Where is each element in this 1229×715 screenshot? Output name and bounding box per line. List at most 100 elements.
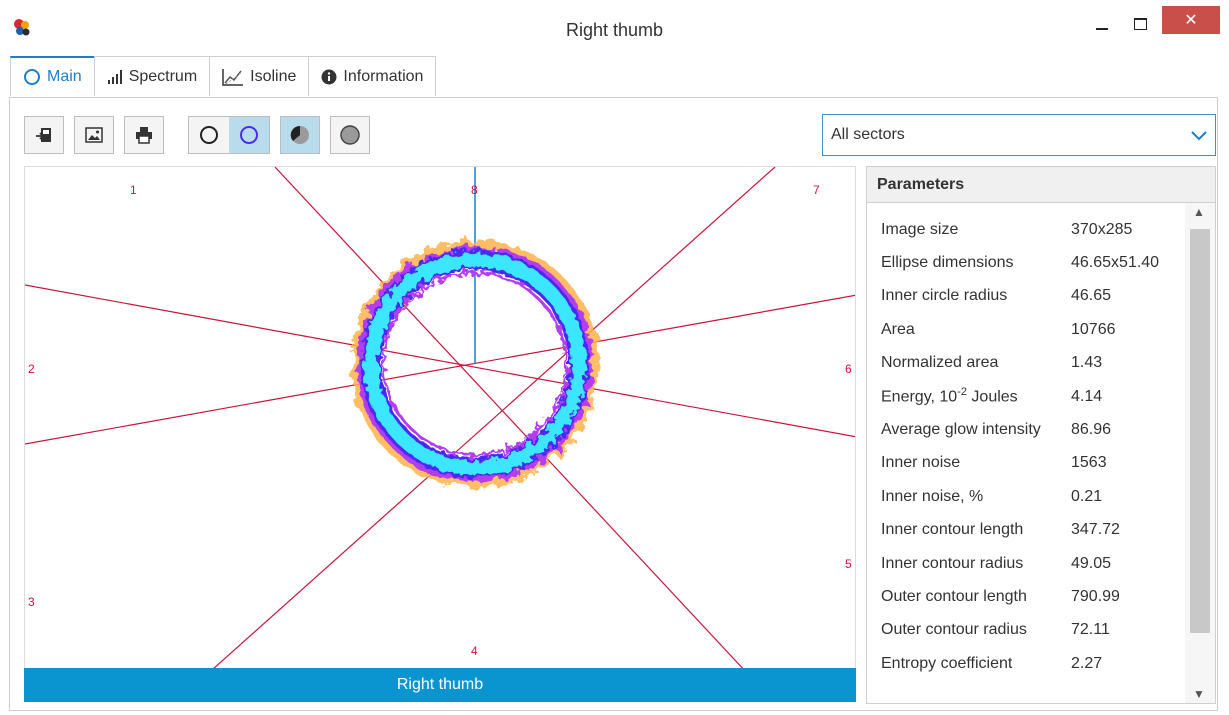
parameter-value: 49.05 [1071, 554, 1112, 572]
image-caption: Right thumb [24, 668, 856, 702]
parameter-label-text: Energy, 10 [881, 388, 958, 406]
parameter-label-text: Entropy coefficient [881, 654, 1013, 672]
parameter-label: Area [867, 321, 1071, 339]
sector-line [274, 167, 774, 701]
print-icon [136, 127, 152, 144]
circle-blue-outline-icon [240, 126, 258, 144]
tab-label: Isoline [250, 67, 297, 85]
parameter-row: Ellipse dimensions 46.65x51.40 [867, 246, 1185, 279]
parameters-panel: Parameters Image size 370x285 Ellipse dime… [866, 166, 1216, 704]
parameters-scrollbar[interactable]: ▲ ▼ [1185, 203, 1215, 703]
save-image-button[interactable] [74, 116, 114, 154]
fill-view-toggle[interactable] [330, 116, 370, 154]
sector-fill-icon [290, 125, 309, 144]
parameter-label-text: Inner contour radius [881, 554, 1024, 572]
sector-label-7: 7 [813, 183, 820, 197]
parameter-row: Inner contour length 347.72 [867, 514, 1185, 547]
parameter-label: Image size [867, 221, 1071, 239]
scrollbar-thumb[interactable] [1190, 229, 1210, 633]
parameter-value: 72.11 [1071, 621, 1110, 639]
parameter-label: Inner contour radius [867, 555, 1071, 573]
parameters-title: Parameters [867, 167, 1215, 203]
parameter-label-suffix: Joules [966, 388, 1018, 406]
parameter-row: Outer contour length 790.99 [867, 580, 1185, 613]
parameter-value: 46.65x51.40 [1071, 254, 1160, 272]
parameter-row: Inner noise 1563 [867, 447, 1185, 480]
export-button[interactable] [24, 116, 64, 154]
parameter-row: Energy, 10-2 Joules 4.14 [867, 380, 1185, 413]
tab-main[interactable]: Main [10, 56, 95, 96]
parameter-label-text: Image size [881, 220, 959, 238]
bar-chart-icon [107, 69, 123, 85]
print-button[interactable] [124, 116, 164, 154]
parameter-value: 1563 [1071, 454, 1107, 472]
maximize-button[interactable] [1118, 8, 1162, 40]
sector-label-2: 2 [28, 362, 35, 376]
parameter-label: Inner noise, % [867, 488, 1071, 506]
info-icon [321, 69, 337, 85]
parameter-row: Inner circle radius 46.65 [867, 280, 1185, 313]
image-icon [85, 127, 103, 143]
parameter-label: Inner noise [867, 454, 1071, 472]
parameter-value: 10766 [1071, 320, 1116, 338]
sector-select-value: All sectors [831, 126, 905, 143]
line-chart-icon [222, 68, 244, 86]
tab-isoline[interactable]: Isoline [209, 56, 310, 96]
parameter-value: 347.72 [1071, 521, 1120, 539]
minimize-icon [1096, 28, 1108, 30]
parameter-row: Area 10766 [867, 313, 1185, 346]
parameter-row: Normalized area 1.43 [867, 347, 1185, 380]
parameter-value: 86.96 [1071, 421, 1112, 439]
glow-image-view[interactable]: 1 2 3 4 5 6 7 8 [24, 166, 856, 702]
scroll-up-icon[interactable]: ▲ [1193, 205, 1205, 219]
parameter-label: Energy, 10-2 Joules [867, 386, 1071, 406]
parameter-label: Outer contour length [867, 588, 1071, 606]
parameter-row: Image size 370x285 [867, 213, 1185, 246]
parameter-label-exponent: -2 [957, 386, 967, 399]
scroll-down-icon[interactable]: ▼ [1193, 687, 1205, 701]
sector-select[interactable]: All sectors [822, 114, 1216, 156]
circle-gray-icon [340, 125, 360, 145]
chevron-down-icon [1191, 131, 1207, 141]
sector-label-5: 5 [845, 557, 852, 571]
title-bar: Right thumb ✕ [0, 0, 1229, 56]
parameter-label-text: Inner noise, % [881, 487, 984, 505]
parameter-row: Entropy coefficient 2.27 [867, 647, 1185, 680]
tab-bar: Main Spectrum Isoline Information [10, 56, 437, 98]
parameter-label-text: Outer contour radius [881, 621, 1027, 639]
parameter-label: Entropy coefficient [867, 655, 1071, 673]
glow-image: 1 2 3 4 5 6 7 8 [25, 167, 855, 701]
parameter-label: Outer contour radius [867, 621, 1071, 639]
parameter-label: Ellipse dimensions [867, 254, 1071, 272]
parameter-label-text: Ellipse dimensions [881, 254, 1014, 272]
parameter-value: 370x285 [1071, 220, 1133, 238]
contour-highlight-toggle[interactable] [229, 117, 269, 153]
parameter-label-text: Inner noise [881, 454, 961, 472]
sector-line [25, 284, 855, 438]
contour-outline-toggle[interactable] [189, 117, 229, 153]
parameter-label-text: Inner circle radius [881, 287, 1008, 305]
export-icon [36, 128, 51, 142]
window-title: Right thumb [565, 20, 664, 40]
parameter-value: 46.65 [1071, 287, 1112, 305]
tab-information[interactable]: Information [308, 56, 437, 96]
parameter-value: 2.27 [1071, 654, 1103, 672]
parameter-row: Average glow intensity 86.96 [867, 413, 1185, 446]
tab-spectrum[interactable]: Spectrum [93, 56, 211, 96]
sector-line [25, 294, 855, 445]
sector-view-toggle[interactable] [280, 116, 320, 154]
parameter-value: 1.43 [1071, 354, 1103, 372]
tab-label: Spectrum [128, 67, 198, 85]
parameter-label-text: Inner contour length [881, 521, 1024, 539]
parameter-row: Inner contour radius 49.05 [867, 547, 1185, 580]
parameter-label-text: Normalized area [881, 354, 999, 372]
close-button[interactable]: ✕ [1162, 6, 1220, 34]
sector-label-4: 4 [471, 644, 478, 658]
tab-label: Main [47, 68, 82, 85]
parameters-list: Image size 370x285 Ellipse dimensions 46.65… [867, 213, 1185, 680]
parameter-row: Outer contour radius 72.11 [867, 614, 1185, 647]
sector-label-8: 8 [471, 183, 478, 197]
parameter-value: 790.99 [1071, 587, 1120, 605]
contour-toggle-group [188, 116, 270, 154]
parameter-label-text: Outer contour length [881, 587, 1027, 605]
